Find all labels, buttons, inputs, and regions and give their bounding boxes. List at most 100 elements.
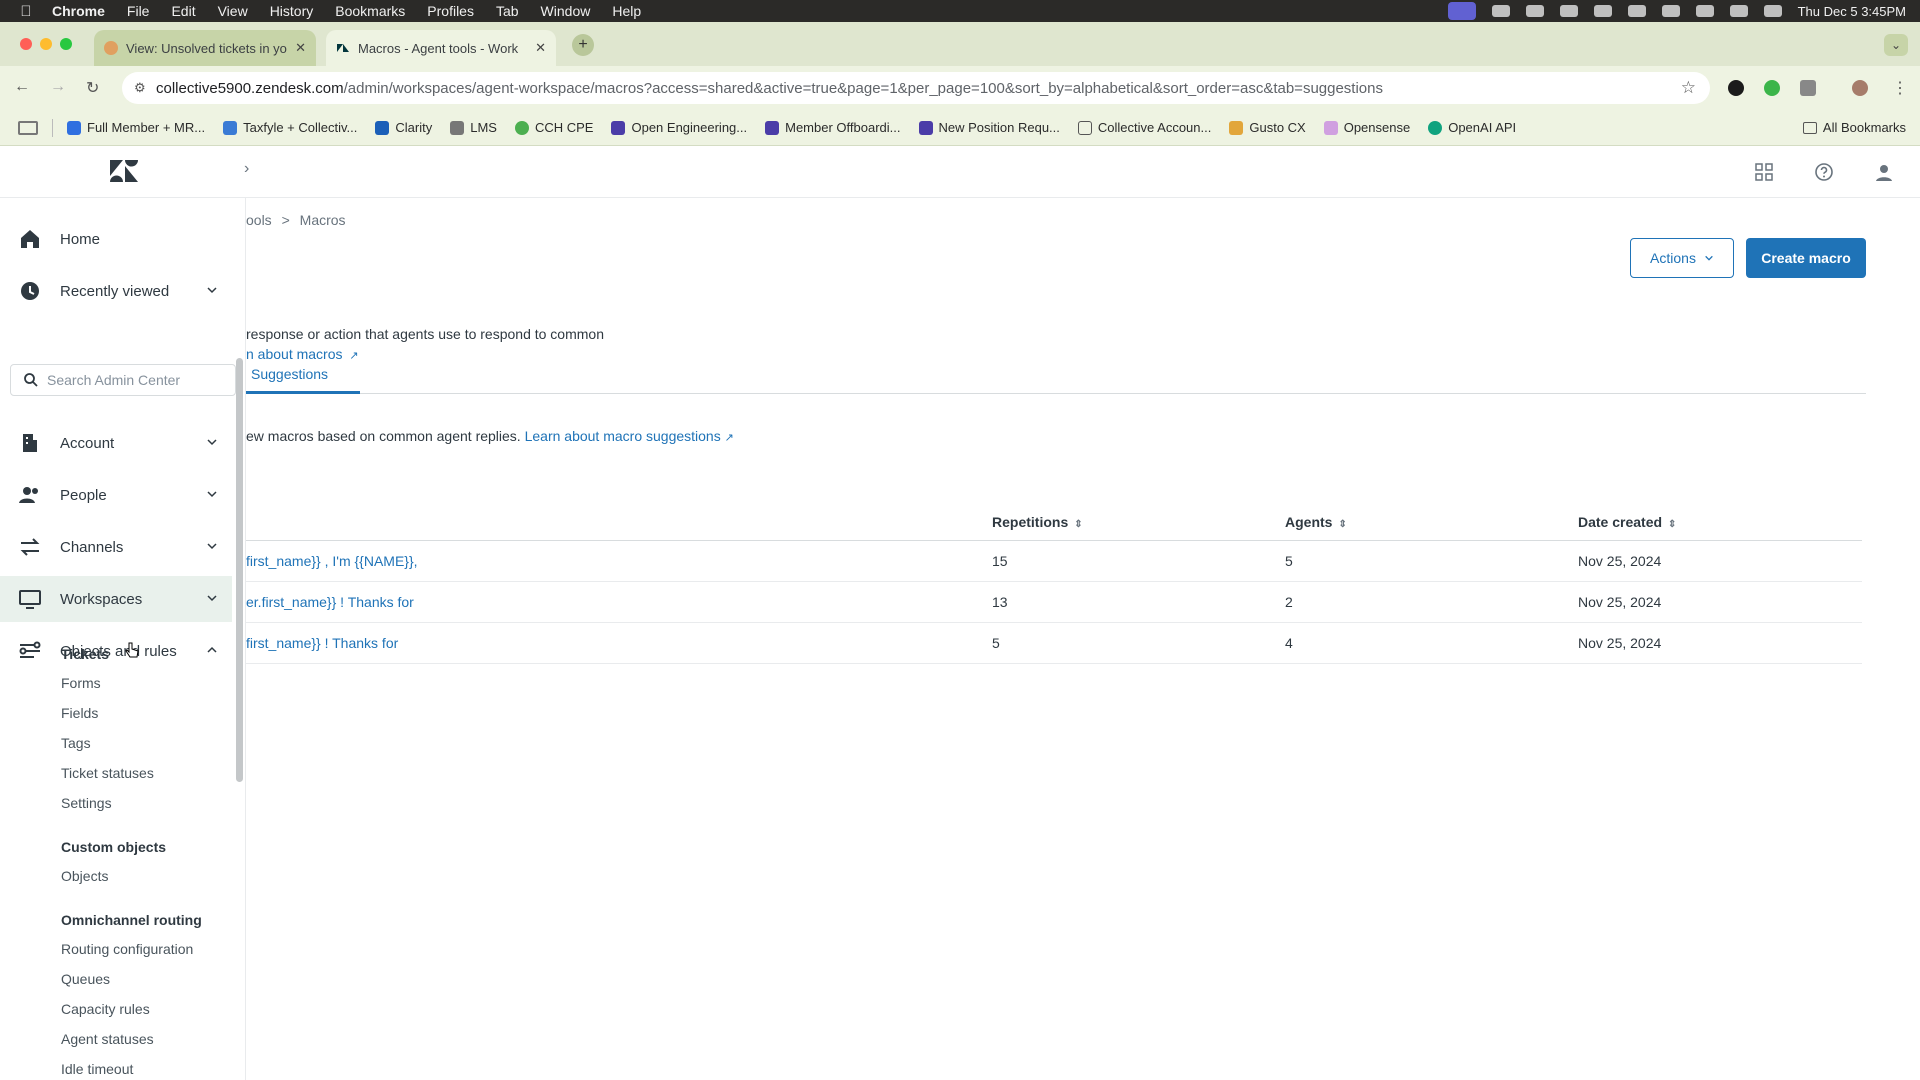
menu-help[interactable]: Help	[612, 3, 641, 19]
sidebar-sub-capacity-rules[interactable]: Capacity rules	[61, 1001, 150, 1017]
sidebar-item-channels[interactable]: Channels	[0, 524, 232, 570]
column-header-date-created[interactable]: Date created ⇕	[1578, 504, 1862, 541]
table-row[interactable]: first_name}} , I'm {{NAME}}, 15 5 Nov 25…	[246, 540, 1862, 582]
macro-suggestion-link[interactable]: first_name}} ! Thanks for	[246, 622, 992, 664]
tab-macros[interactable]: Macros - Agent tools - Work ✕	[326, 30, 556, 66]
user-profile-icon[interactable]	[1874, 162, 1894, 182]
bookmark-item[interactable]: Collective Accoun...	[1077, 120, 1211, 135]
site-settings-icon[interactable]: ⚙	[134, 80, 146, 96]
wifi-icon[interactable]	[1695, 5, 1714, 17]
menu-window[interactable]: Window	[541, 3, 591, 19]
tab-suggestions[interactable]: Suggestions	[246, 366, 360, 394]
bookmark-item[interactable]: New Position Requ...	[918, 120, 1060, 135]
menu-view[interactable]: View	[218, 3, 248, 19]
screen-record-icon[interactable]	[1447, 2, 1476, 20]
menu-app-name[interactable]: Chrome	[52, 3, 105, 19]
puzzle-extension-icon[interactable]	[1800, 80, 1816, 96]
close-tab-icon[interactable]: ✕	[295, 40, 306, 56]
learn-about-macro-suggestions-link[interactable]: Learn about macro suggestions ↗	[525, 428, 734, 444]
bookmark-item[interactable]: Opensense	[1323, 120, 1410, 135]
table-row[interactable]: er.first_name}} ! Thanks for 13 2 Nov 25…	[246, 581, 1862, 623]
bookmark-item[interactable]: CCH CPE	[514, 120, 593, 135]
sidebar-item-account[interactable]: Account	[0, 420, 232, 466]
reload-icon[interactable]: ↻	[86, 78, 99, 98]
bookmark-item[interactable]: LMS	[450, 120, 497, 135]
bookmark-item[interactable]: OpenAI API	[1428, 120, 1516, 135]
bookmark-item[interactable]: Gusto CX	[1229, 120, 1306, 135]
battery-icon[interactable]	[1661, 5, 1680, 17]
product-tray-grid-icon[interactable]	[1754, 162, 1774, 182]
sort-icon[interactable]: ⇕	[1338, 519, 1346, 530]
zoom-window-button[interactable]	[60, 38, 72, 50]
column-header-agents[interactable]: Agents ⇕	[1285, 504, 1578, 541]
create-macro-button[interactable]: Create macro	[1746, 238, 1866, 278]
tab-search-chevron-icon[interactable]: ⌄	[1884, 34, 1908, 56]
onepassword-extension-icon[interactable]	[1728, 80, 1744, 96]
menu-bookmarks[interactable]: Bookmarks	[335, 3, 405, 19]
collapse-sidebar-chevron-icon[interactable]: ›	[244, 160, 249, 178]
sidebar-item-workspaces[interactable]: Workspaces	[0, 576, 232, 622]
sidebar-item-home[interactable]: Home	[0, 216, 232, 262]
address-bar[interactable]: ⚙ collective5900.zendesk.com/admin/works…	[122, 72, 1710, 104]
macro-suggestion-link[interactable]: first_name}} , I'm {{NAME}},	[246, 540, 992, 582]
column-header-repetitions[interactable]: Repetitions ⇕	[992, 504, 1285, 541]
search-admin-center-input[interactable]: Search Admin Center	[10, 364, 236, 396]
bookmark-item[interactable]: Full Member + MR...	[67, 120, 205, 135]
apps-grid-icon[interactable]	[18, 120, 38, 135]
more-menu-icon[interactable]: ⋮	[1892, 78, 1908, 98]
sidebar-sub-routing-configuration[interactable]: Routing configuration	[61, 941, 193, 957]
breadcrumb-parent[interactable]: ools	[246, 212, 272, 228]
sidebar-sub-forms[interactable]: Forms	[61, 675, 101, 691]
close-tab-icon[interactable]: ✕	[535, 40, 546, 56]
apple-icon[interactable]: 	[0, 3, 52, 20]
close-window-button[interactable]	[20, 38, 32, 50]
menu-edit[interactable]: Edit	[171, 3, 195, 19]
sidebar-sub-idle-timeout[interactable]: Idle timeout	[61, 1061, 133, 1077]
bookmark-item[interactable]: Taxfyle + Collectiv...	[223, 120, 357, 135]
butterfly-icon[interactable]	[1525, 5, 1544, 17]
sidebar-sub-settings[interactable]: Settings	[61, 795, 112, 811]
sidebar-item-people[interactable]: People	[0, 472, 232, 518]
menu-file[interactable]: File	[127, 3, 150, 19]
back-arrow-icon[interactable]: ←	[14, 78, 30, 96]
sidebar-sub-objects[interactable]: Objects	[61, 868, 108, 884]
help-icon[interactable]	[1814, 162, 1834, 182]
menu-history[interactable]: History	[270, 3, 314, 19]
menu-clock[interactable]: Thu Dec 5 3:45PM	[1798, 4, 1906, 19]
sidebar-sub-queues[interactable]: Queues	[61, 971, 110, 987]
sort-icon[interactable]: ⇕	[1074, 519, 1082, 530]
learn-about-macros-link[interactable]: n about macros ↗	[246, 346, 359, 362]
sidebar-sub-agent-statuses[interactable]: Agent statuses	[61, 1031, 154, 1047]
extension-icon[interactable]	[1593, 5, 1612, 17]
zoom-icon[interactable]	[1491, 5, 1510, 17]
table-row[interactable]: first_name}} ! Thanks for 5 4 Nov 25, 20…	[246, 622, 1862, 664]
sidebar-scrollbar[interactable]	[236, 358, 243, 782]
spotlight-icon[interactable]	[1729, 5, 1748, 17]
bookmark-item[interactable]: Member Offboardi...	[765, 120, 901, 135]
sidebar-sub-tags[interactable]: Tags	[61, 735, 91, 751]
bookmark-item[interactable]: Clarity	[375, 120, 432, 135]
bookmark-item[interactable]: Open Engineering...	[611, 120, 747, 135]
zendesk-logo-icon[interactable]	[110, 160, 138, 182]
menu-tab[interactable]: Tab	[496, 3, 519, 19]
cloud-icon[interactable]	[1559, 5, 1578, 17]
hand-cursor-icon	[125, 642, 139, 658]
profile-avatar[interactable]	[1852, 80, 1868, 96]
tab-unsolved-tickets[interactable]: View: Unsolved tickets in you ✕	[94, 30, 316, 66]
actions-dropdown-button[interactable]: Actions	[1630, 238, 1734, 278]
minimize-window-button[interactable]	[40, 38, 52, 50]
sidebar-item-objects-and-rules[interactable]: Objects and rules	[0, 628, 232, 674]
all-bookmarks-button[interactable]: All Bookmarks	[1802, 120, 1906, 135]
forward-arrow-icon[interactable]: →	[50, 78, 66, 96]
bookmark-star-icon[interactable]: ☆	[1681, 78, 1696, 98]
play-icon[interactable]	[1627, 5, 1646, 17]
sidebar-sub-ticket-statuses[interactable]: Ticket statuses	[61, 765, 154, 781]
control-center-icon[interactable]	[1763, 5, 1782, 17]
green-extension-icon[interactable]	[1764, 80, 1780, 96]
new-tab-button[interactable]: +	[572, 34, 594, 56]
menu-profiles[interactable]: Profiles	[427, 3, 474, 19]
sidebar-sub-fields[interactable]: Fields	[61, 705, 98, 721]
sidebar-item-recently-viewed[interactable]: Recently viewed	[0, 268, 232, 314]
macro-suggestion-link[interactable]: er.first_name}} ! Thanks for	[246, 581, 992, 623]
sort-icon[interactable]: ⇕	[1668, 519, 1676, 530]
